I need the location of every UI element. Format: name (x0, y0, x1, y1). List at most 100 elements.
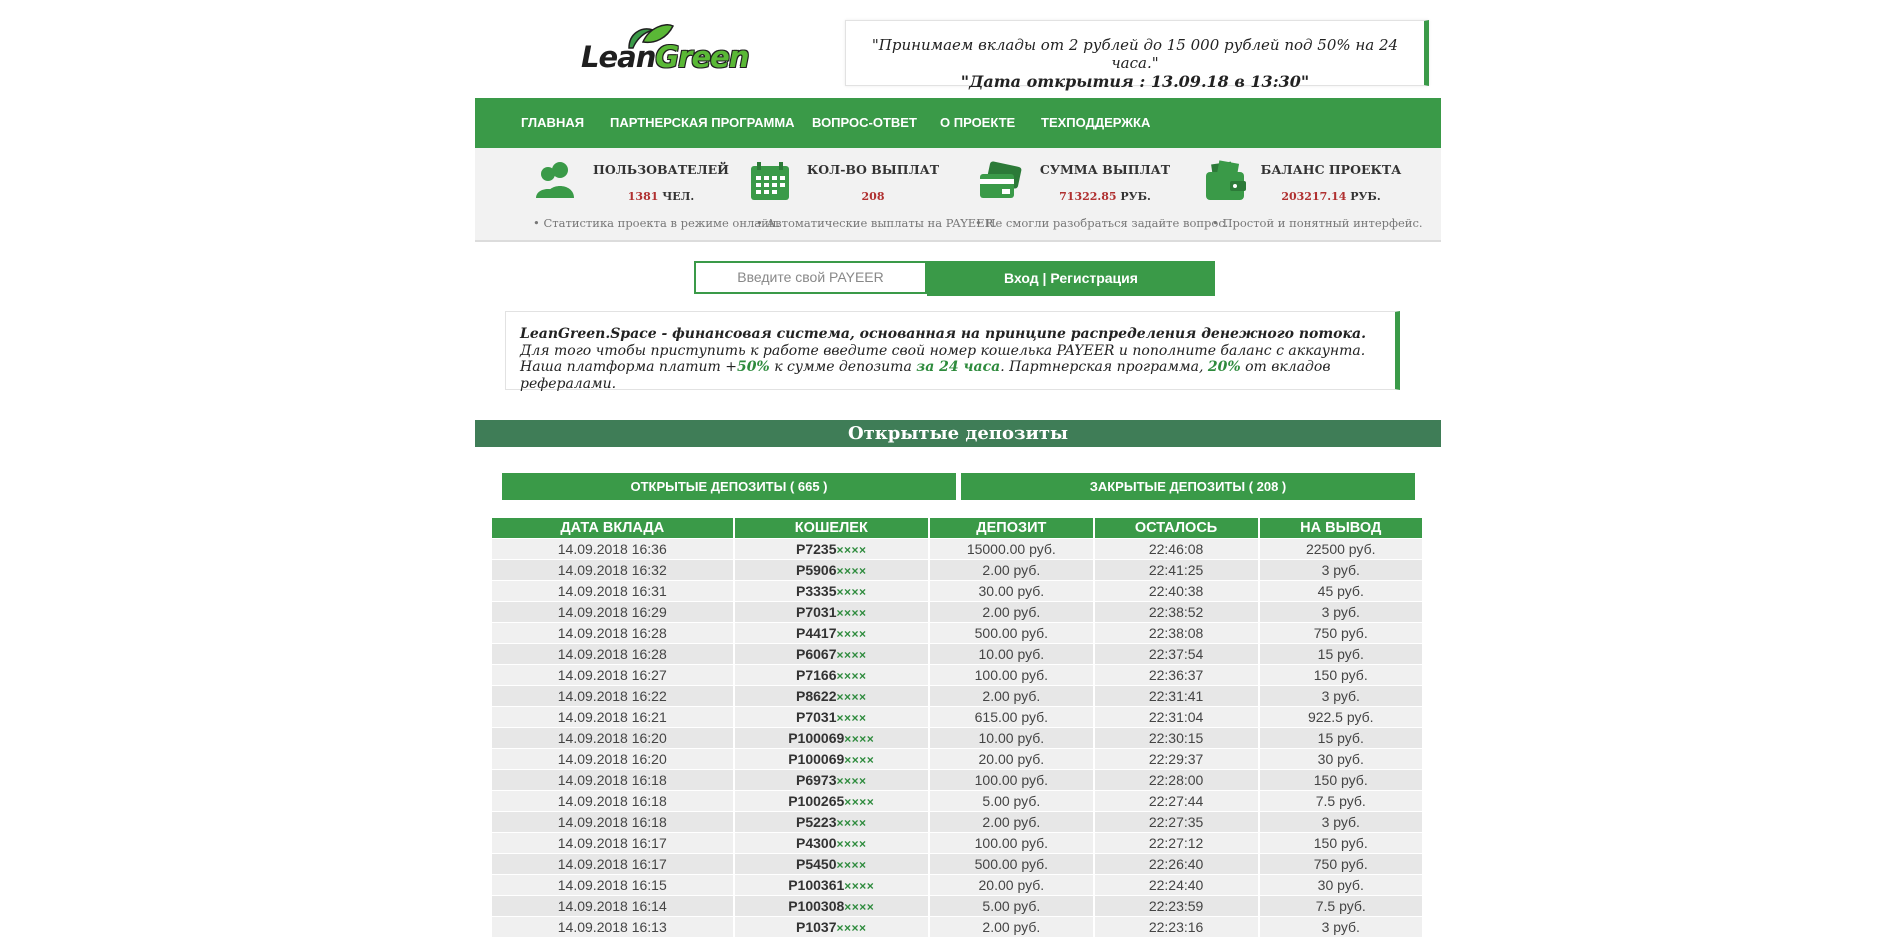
cell-remaining: 22:27:44 (1094, 791, 1258, 812)
cell-deposit: 100.00 руб. (930, 833, 1093, 854)
cell-payout: 750 руб. (1259, 623, 1422, 644)
quote-line-1: "Принимаем вклады от 2 рублей до 15 000 … (871, 36, 1399, 72)
cell-remaining: 22:29:37 (1094, 749, 1258, 770)
cell-deposit: 2.00 руб. (930, 917, 1093, 938)
login-register-button[interactable]: Вход | Регистрация (927, 261, 1215, 296)
cell-payout: 30 руб. (1259, 749, 1422, 770)
cell-date: 14.09.2018 16:18 (492, 791, 733, 812)
table-row: 14.09.2018 16:22 P8622×××× 2.00 руб. 22:31:… (492, 686, 1422, 707)
cell-remaining: 22:38:52 (1094, 602, 1258, 623)
cell-wallet: P6067×××× (734, 644, 928, 665)
logo-text: LeanGreen (581, 40, 749, 74)
cell-deposit: 20.00 руб. (930, 875, 1093, 896)
cell-date: 14.09.2018 16:13 (492, 917, 733, 938)
table-row: 14.09.2018 16:36 P7235×××× 15000.00 руб. 22… (492, 539, 1422, 560)
wallet-id: P100069 (788, 730, 845, 746)
cell-wallet: P100265×××× (734, 791, 928, 812)
table-row: 14.09.2018 16:15 P100361×××× 20.00 руб. 22:… (492, 875, 1422, 896)
cell-payout: 922.5 руб. (1259, 707, 1422, 728)
cell-deposit: 100.00 руб. (930, 665, 1093, 686)
info-text: Наша платформа платит + (520, 359, 737, 375)
stat-payout-sum-unit: РУБ. (1120, 190, 1151, 203)
cell-payout: 3 руб. (1259, 917, 1422, 938)
wallet-id: P100265 (788, 793, 845, 809)
info-percent: 50% (736, 359, 770, 375)
wallet-id: P1037 (796, 919, 837, 935)
cell-wallet: P7031×××× (734, 707, 928, 728)
cell-deposit: 2.00 руб. (930, 812, 1093, 833)
info-text: к сумме депозита (769, 359, 917, 375)
cell-deposit: 10.00 руб. (930, 644, 1093, 665)
nav-faq[interactable]: ВОПРОС-ОТВЕТ (812, 98, 917, 148)
wallet-mask: ×××× (844, 753, 875, 767)
wallet-id: P6067 (796, 646, 837, 662)
wallet-mask: ×××× (836, 858, 867, 872)
cell-remaining: 22:46:08 (1094, 539, 1258, 560)
tab-closed-deposits[interactable]: ЗАКРЫТЫЕ ДЕПОЗИТЫ ( 208 ) (961, 473, 1415, 500)
wallet-mask: ×××× (836, 627, 867, 641)
nav-about[interactable]: О ПРОЕКТЕ (940, 98, 1015, 148)
cell-date: 14.09.2018 16:15 (492, 875, 733, 896)
cell-wallet: P1037×××× (734, 917, 928, 938)
cell-remaining: 22:27:12 (1094, 833, 1258, 854)
cell-deposit: 500.00 руб. (930, 854, 1093, 875)
cell-remaining: 22:27:35 (1094, 812, 1258, 833)
quote-line-2: "Дата открытия : 13.09.18 в 13:30" (960, 72, 1310, 91)
wallet-mask: ×××× (836, 816, 867, 830)
table-row: 14.09.2018 16:29 P7031×××× 2.00 руб. 22:38:… (492, 602, 1422, 623)
wallet-mask: ×××× (836, 648, 867, 662)
cell-date: 14.09.2018 16:22 (492, 686, 733, 707)
cell-payout: 150 руб. (1259, 833, 1422, 854)
table-row: 14.09.2018 16:20 P100069×××× 10.00 руб. 22:… (492, 728, 1422, 749)
cell-remaining: 22:41:25 (1094, 560, 1258, 581)
cell-deposit: 100.00 руб. (930, 770, 1093, 791)
logo[interactable]: LeanGreen (579, 20, 749, 82)
info-time: за 24 часа (916, 359, 1001, 375)
cell-remaining: 22:23:59 (1094, 896, 1258, 917)
cell-date: 14.09.2018 16:14 (492, 896, 733, 917)
info-text: . Партнерская программа, (1000, 359, 1208, 375)
nav-support[interactable]: ТЕХПОДДЕРЖКА (1041, 98, 1150, 148)
cell-deposit: 5.00 руб. (930, 896, 1093, 917)
cell-date: 14.09.2018 16:20 (492, 728, 733, 749)
cell-wallet: P100308×××× (734, 896, 928, 917)
cell-wallet: P7166×××× (734, 665, 928, 686)
logo-green: Green (655, 40, 749, 74)
wallet-id: P5450 (796, 856, 837, 872)
stat-payouts: КОЛ-ВО ВЫПЛАТ 208 (748, 154, 968, 214)
cell-remaining: 22:38:08 (1094, 623, 1258, 644)
stat-users: ПОЛЬЗОВАТЕЛЕЙ 1381 ЧЕЛ. (534, 154, 754, 214)
cell-wallet: P7235×××× (734, 539, 928, 560)
cell-payout: 45 руб. (1259, 581, 1422, 602)
cell-wallet: P5223×××× (734, 812, 928, 833)
wallet-mask: ×××× (836, 690, 867, 704)
cell-payout: 15 руб. (1259, 728, 1422, 749)
cell-deposit: 5.00 руб. (930, 791, 1093, 812)
stat-payout-sum-number: 71322.85 (1059, 190, 1117, 203)
cell-remaining: 22:23:16 (1094, 917, 1258, 938)
table-row: 14.09.2018 16:17 P5450×××× 500.00 руб. 22:2… (492, 854, 1422, 875)
table-row: 14.09.2018 16:18 P6973×××× 100.00 руб. 22:2… (492, 770, 1422, 791)
wallet-mask: ×××× (836, 711, 867, 725)
page: LeanGreen "Принимаем вклады от 2 рублей … (475, 0, 1441, 940)
cell-date: 14.09.2018 16:36 (492, 539, 733, 560)
cell-remaining: 22:37:54 (1094, 644, 1258, 665)
cell-wallet: P100069×××× (734, 749, 928, 770)
wallet-mask: ×××× (836, 606, 867, 620)
cell-wallet: P5450×××× (734, 854, 928, 875)
cell-remaining: 22:26:40 (1094, 854, 1258, 875)
table-row: 14.09.2018 16:32 P5906×××× 2.00 руб. 22:41:… (492, 560, 1422, 581)
wallet-id: P100069 (788, 751, 845, 767)
wallet-mask: ×××× (836, 774, 867, 788)
nav-home[interactable]: ГЛАВНАЯ (521, 98, 584, 148)
cell-remaining: 22:40:38 (1094, 581, 1258, 602)
cell-wallet: P100361×××× (734, 875, 928, 896)
info-referral-percent: 20% (1207, 359, 1241, 375)
cell-date: 14.09.2018 16:27 (492, 665, 733, 686)
main-nav: ГЛАВНАЯ ПАРТНЕРСКАЯ ПРОГРАММА ВОПРОС-ОТВ… (475, 98, 1441, 148)
nav-partner-program[interactable]: ПАРТНЕРСКАЯ ПРОГРАММА (610, 98, 795, 148)
table-row: 14.09.2018 16:27 P7166×××× 100.00 руб. 22:3… (492, 665, 1422, 686)
tab-open-deposits[interactable]: ОТКРЫТЫЕ ДЕПОЗИТЫ ( 665 ) (502, 473, 956, 500)
payeer-input[interactable]: Введите свой PAYEER (694, 261, 927, 294)
deposits-table: ДАТА ВКЛАДА КОШЕЛЕК ДЕПОЗИТ ОСТАЛОСЬ НА … (490, 518, 1424, 938)
